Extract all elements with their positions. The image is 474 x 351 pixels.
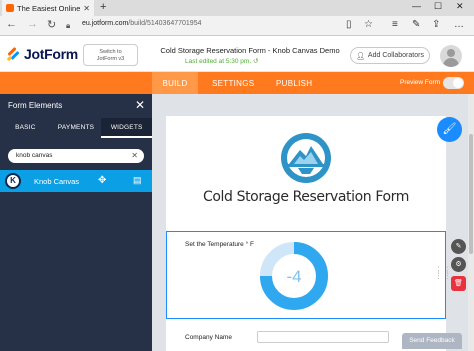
drag-move-icon[interactable]: ✥: [98, 175, 106, 186]
share-icon[interactable]: ⇪: [432, 19, 440, 30]
url-path: /build/51403647701954: [128, 20, 202, 27]
tab-basic[interactable]: BASIC: [0, 118, 51, 138]
tab-publish[interactable]: PUBLISH: [276, 72, 312, 94]
tab-settings[interactable]: SETTINGS: [212, 72, 254, 94]
forward-arrow-icon[interactable]: →: [27, 18, 38, 30]
temperature-knob[interactable]: -4: [258, 240, 330, 312]
widget-item-knob-canvas[interactable]: K Knob Canvas ✥ ▤: [0, 170, 152, 192]
form-heading[interactable]: Cold Storage Reservation Form: [166, 189, 446, 205]
knob-value: -4: [286, 267, 301, 286]
lock-icon: 🔒︎: [66, 21, 71, 30]
notes-pen-icon[interactable]: ✎: [412, 19, 420, 30]
reading-view-icon[interactable]: ▯: [346, 19, 352, 30]
panel-header: Form Elements ✕: [0, 94, 152, 116]
app-header: JotForm Switch to JotForm v3 Cold Storag…: [0, 36, 474, 72]
browser-tab-title: The Easiest Online Form: [17, 3, 81, 13]
drag-handle-icon[interactable]: ⋮⋮ ⋮⋮: [434, 266, 452, 280]
send-feedback-button[interactable]: Send Feedback: [402, 333, 462, 349]
new-tab-button[interactable]: +: [100, 1, 106, 13]
jotform-favicon-icon: [6, 4, 14, 12]
jotform-logo-icon: [6, 46, 21, 62]
switch-line-2: JotForm v3: [96, 56, 125, 62]
form-designer-paint-icon[interactable]: 🖌︎: [437, 117, 462, 142]
tab-payments[interactable]: PAYMENTS: [51, 118, 102, 138]
preview-form-label: Preview Form: [400, 79, 441, 86]
browser-tab-bar: The Easiest Online Form ✕ + — ☐ ✕: [0, 0, 474, 16]
panel-tabs: BASIC PAYMENTS WIDGETS: [0, 118, 153, 138]
maximize-button[interactable]: ☐: [434, 1, 442, 12]
back-arrow-icon[interactable]: ←: [6, 18, 17, 30]
add-collaborators-button[interactable]: 👤︎ Add Collaborators: [350, 47, 430, 64]
avatar[interactable]: [440, 45, 462, 67]
last-edited-text: Last edited at 5:30 pm.: [185, 58, 252, 65]
canvas-scrollbar[interactable]: [468, 94, 474, 351]
widget-label: Knob Canvas: [34, 177, 80, 186]
builder-toolbar: BUILD SETTINGS PUBLISH Preview Form: [0, 72, 474, 94]
favorite-star-icon[interactable]: ☆: [364, 19, 373, 30]
preview-form-toggle[interactable]: [443, 77, 464, 89]
add-collaborators-label: Add Collaborators: [367, 52, 424, 59]
widget-info-icon[interactable]: ▤: [133, 175, 142, 186]
company-name-label: Company Name: [185, 334, 232, 341]
add-user-icon: 👤︎: [356, 52, 365, 60]
minimize-button[interactable]: —: [412, 1, 421, 11]
tab-build[interactable]: BUILD: [152, 72, 198, 94]
clear-search-icon[interactable]: ✕: [131, 151, 138, 160]
temperature-label: Set the Temperature ° F: [185, 241, 254, 248]
more-icon[interactable]: …: [454, 19, 464, 30]
address-bar: ← → ↻ 🔒︎ eu.jotform.com/build/5140364770…: [0, 16, 474, 36]
url-host: eu.jotform.com: [82, 20, 129, 27]
close-panel-icon[interactable]: ✕: [135, 98, 145, 112]
browser-tab[interactable]: The Easiest Online Form ✕: [2, 0, 94, 16]
field-properties-icon[interactable]: ✎: [451, 239, 466, 254]
close-tab-icon[interactable]: ✕: [83, 4, 90, 13]
jotform-logo[interactable]: JotForm: [6, 46, 78, 62]
switch-line-1: Switch to: [99, 49, 122, 55]
knob-canvas-icon: K: [5, 173, 21, 189]
form-elements-panel: Form Elements ✕ BASIC PAYMENTS WIDGETS k…: [0, 94, 153, 351]
refresh-icon[interactable]: ↻: [47, 18, 56, 31]
form-title[interactable]: Cold Storage Reservation Form - Knob Can…: [152, 46, 348, 55]
logo-text: JotForm: [24, 46, 78, 62]
switch-version-button[interactable]: Switch to JotForm v3: [83, 44, 138, 66]
last-edited-status: Last edited at 5:30 pm. ↺: [185, 57, 258, 65]
undo-icon[interactable]: ↺: [253, 58, 258, 65]
panel-title: Form Elements: [8, 101, 63, 110]
search-value: knob canvas: [16, 152, 53, 159]
url-field[interactable]: eu.jotform.com/build/51403647701954: [82, 20, 201, 27]
company-name-input[interactable]: [257, 331, 389, 343]
hub-menu-icon[interactable]: ≡: [392, 19, 398, 30]
widget-search-input[interactable]: knob canvas ✕: [8, 149, 144, 163]
field-settings-gear-icon[interactable]: ⚙: [451, 257, 466, 272]
tab-widgets[interactable]: WIDGETS: [101, 118, 153, 138]
form-logo-icon: [281, 133, 331, 183]
window-close-button[interactable]: ✕: [456, 1, 464, 12]
delete-field-icon[interactable]: 🗑︎: [451, 276, 466, 291]
